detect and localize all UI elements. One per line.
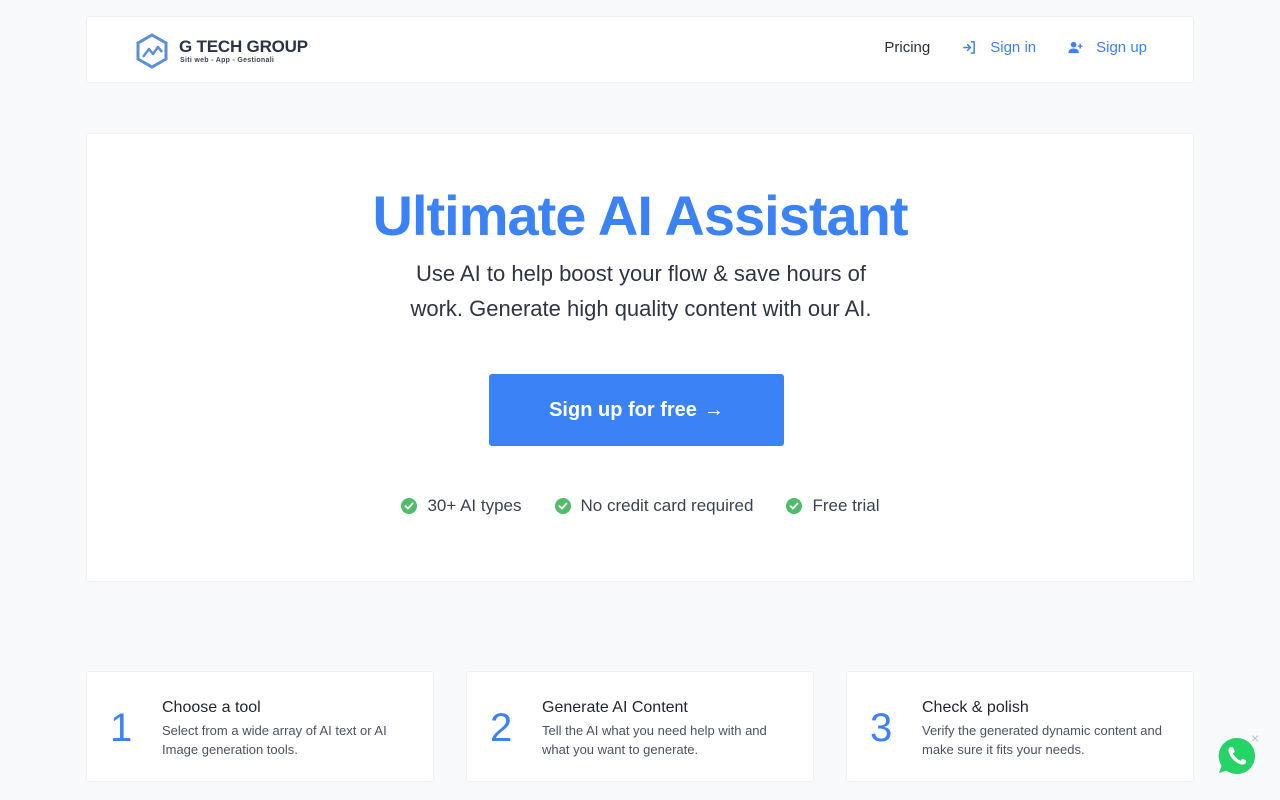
check-circle-icon [554, 498, 571, 514]
feature-label: No credit card required [580, 496, 754, 515]
step-number: 1 [110, 706, 133, 750]
step-card-1: 1 Choose a tool Select from a wide array… [86, 671, 434, 782]
step-title: Generate AI Content [542, 699, 688, 716]
feature-label: Free trial [812, 496, 880, 515]
logo-icon [136, 33, 168, 69]
step-description: Verify the generated dynamic content and… [922, 723, 1162, 757]
nav-pricing-label: Pricing [884, 39, 931, 56]
logo[interactable]: G TECH GROUP Siti web - App - Gestionali [134, 33, 308, 69]
nav-links: Pricing Sign in Sign up [884, 39, 1147, 56]
sign-in-label: Sign in [990, 39, 1037, 56]
arrow-right-icon: → [703, 398, 724, 421]
brand-tagline: Siti web - App - Gestionali [180, 56, 275, 64]
check-circle-icon [401, 498, 418, 514]
step-title: Check & polish [922, 699, 1029, 716]
user-plus-icon [1068, 41, 1083, 54]
feature-list: 30+ AI types No credit card required Fre… [87, 496, 1193, 516]
step-card-3: 3 Check & polish Verify the generated dy… [846, 671, 1194, 782]
cta-label: Sign up for free [549, 398, 697, 421]
step-card-2: 2 Generate AI Content Tell the AI what y… [466, 671, 814, 782]
close-icon[interactable]: × [1251, 731, 1259, 745]
sign-up-label: Sign up [1096, 39, 1147, 56]
feature-label: 30+ AI types [427, 496, 522, 515]
nav-pricing-link[interactable]: Pricing [884, 39, 930, 56]
hero-section: Ultimate AI Assistant Use AI to help boo… [86, 133, 1194, 582]
sign-in-link[interactable]: Sign in [962, 39, 1036, 56]
feature-item: 30+ AI types [400, 496, 522, 516]
feature-item: No credit card required [554, 496, 754, 516]
sign-up-free-button[interactable]: Sign up for free → [489, 374, 784, 446]
hero-title: Ultimate AI Assistant [372, 184, 909, 247]
sign-in-icon [963, 41, 976, 54]
step-title: Choose a tool [162, 699, 261, 716]
navbar: G TECH GROUP Siti web - App - Gestionali… [86, 16, 1194, 83]
sign-up-link[interactable]: Sign up [1068, 39, 1147, 56]
brand-name: G TECH GROUP [179, 36, 308, 56]
check-circle-icon [786, 498, 803, 514]
step-description: Select from a wide array of AI text or A… [162, 723, 387, 757]
step-number: 2 [490, 706, 513, 750]
hero-subtitle: Use AI to help boost your flow & save ho… [410, 261, 872, 321]
step-description: Tell the AI what you need help with and … [542, 723, 767, 757]
feature-item: Free trial [785, 496, 880, 516]
step-number: 3 [870, 706, 893, 750]
